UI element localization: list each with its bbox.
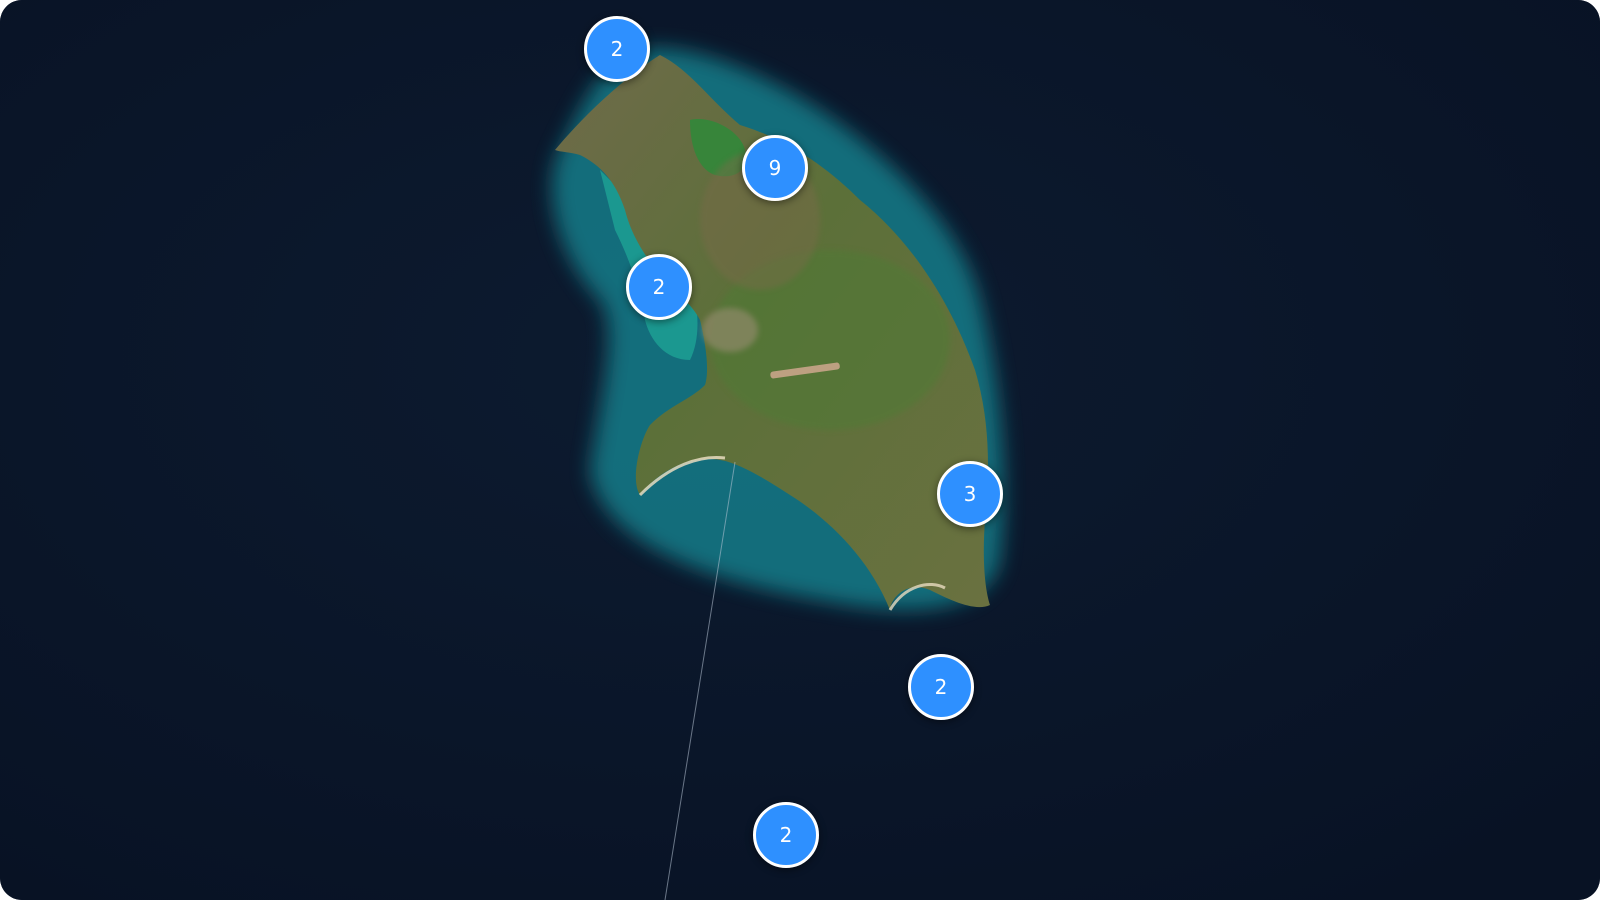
cluster-count: 9 [768,156,782,180]
cluster-marker[interactable]: 2 [626,254,692,320]
cluster-marker[interactable]: 2 [753,802,819,868]
cluster-count: 2 [779,823,793,847]
cluster-marker[interactable]: 2 [908,654,974,720]
cluster-marker[interactable]: 3 [937,461,1003,527]
map-view[interactable]: 2 9 2 3 2 2 [0,0,1600,900]
cluster-marker[interactable]: 2 [584,16,650,82]
satellite-map[interactable] [0,0,1600,900]
cluster-count: 2 [652,275,666,299]
cluster-count: 3 [963,482,977,506]
cluster-count: 2 [610,37,624,61]
settlement [702,308,758,352]
cluster-marker[interactable]: 9 [742,135,808,201]
cluster-count: 2 [934,675,948,699]
